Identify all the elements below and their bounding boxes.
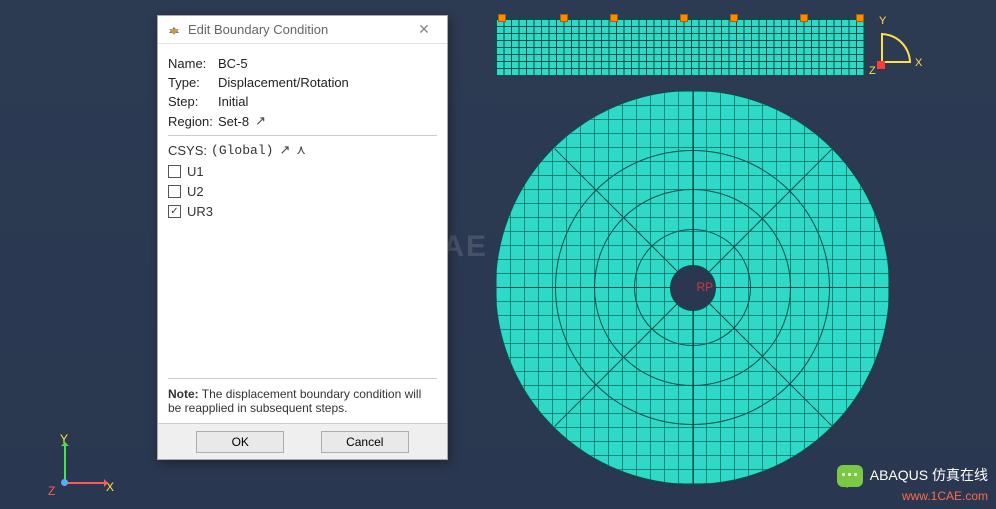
csys-value: (Global) xyxy=(211,143,273,158)
mini-axis-z: Z xyxy=(869,65,876,77)
dialog-title: Edit Boundary Condition xyxy=(188,22,409,37)
bc-marker xyxy=(610,14,618,22)
reference-point-label: RP xyxy=(696,280,713,294)
cancel-button[interactable]: Cancel xyxy=(321,431,409,453)
wechat-icon xyxy=(837,465,863,487)
view-triad: Y X Z xyxy=(28,432,108,502)
watermark-footer: ABAQUS 仿真在线 www.1CAE.com xyxy=(837,465,988,503)
checkbox-box-icon: ✓ xyxy=(168,205,181,218)
axis-z-label: Z xyxy=(48,484,55,498)
abaqus-viewport[interactable]: 1CAE RP Y X Z Y X Z xyxy=(0,0,996,509)
checkbox-box-icon xyxy=(168,185,181,198)
pick-csys-icon[interactable]: ↗ xyxy=(279,142,290,158)
name-label: Name: xyxy=(168,56,218,71)
edit-bc-dialog: Edit Boundary Condition ✕ Name: BC-5 Typ… xyxy=(157,15,448,460)
axis-y-arrow-icon xyxy=(64,444,66,482)
name-value: BC-5 xyxy=(218,56,248,71)
mini-axis-x: X xyxy=(915,57,922,69)
circular-mesh-part[interactable]: RP xyxy=(495,90,890,485)
dialog-note: Note: The displacement boundary conditio… xyxy=(168,378,437,415)
step-label: Step: xyxy=(168,94,218,109)
note-label: Note: xyxy=(168,387,199,401)
rect-mesh-part[interactable] xyxy=(495,18,865,76)
checkbox-u2[interactable]: U2 xyxy=(168,184,437,199)
region-label: Region: xyxy=(168,114,218,129)
create-csys-icon[interactable]: ⋏ xyxy=(296,142,306,158)
bc-marker xyxy=(560,14,568,22)
type-label: Type: xyxy=(168,75,218,90)
checkbox-u2-label: U2 xyxy=(187,184,204,199)
brand-label: ABAQUS 仿真在线 xyxy=(870,467,988,483)
abaqus-app-icon xyxy=(166,22,182,38)
ok-button[interactable]: OK xyxy=(196,431,284,453)
csys-label: CSYS: xyxy=(168,143,207,158)
note-text: The displacement boundary condition will… xyxy=(168,387,421,415)
bc-marker xyxy=(730,14,738,22)
bc-marker xyxy=(498,14,506,22)
dialog-button-bar: OK Cancel xyxy=(158,423,447,459)
checkbox-u1[interactable]: U1 xyxy=(168,164,437,179)
orientation-triad: Y X Z xyxy=(881,25,941,85)
mini-axis-origin-icon xyxy=(877,61,885,69)
bc-marker xyxy=(680,14,688,22)
checkbox-u1-label: U1 xyxy=(187,164,204,179)
brand-url: www.1CAE.com xyxy=(902,489,988,503)
dialog-titlebar[interactable]: Edit Boundary Condition ✕ xyxy=(158,16,447,44)
checkbox-ur3-label: UR3 xyxy=(187,204,213,219)
axis-z-dot-icon xyxy=(61,479,68,486)
close-icon[interactable]: ✕ xyxy=(409,21,439,38)
region-value: Set-8 xyxy=(218,114,249,129)
checkbox-ur3[interactable]: ✓ UR3 xyxy=(168,204,437,219)
type-value: Displacement/Rotation xyxy=(218,75,349,90)
pick-region-icon[interactable]: ↗ xyxy=(255,113,266,129)
axis-x-arrow-icon xyxy=(64,482,106,484)
checkbox-box-icon xyxy=(168,165,181,178)
mini-axis-y: Y xyxy=(879,15,886,27)
bc-marker xyxy=(800,14,808,22)
dof-options: U1 U2 ✓ UR3 xyxy=(168,164,437,219)
bc-marker xyxy=(856,14,864,22)
step-value: Initial xyxy=(218,94,248,109)
